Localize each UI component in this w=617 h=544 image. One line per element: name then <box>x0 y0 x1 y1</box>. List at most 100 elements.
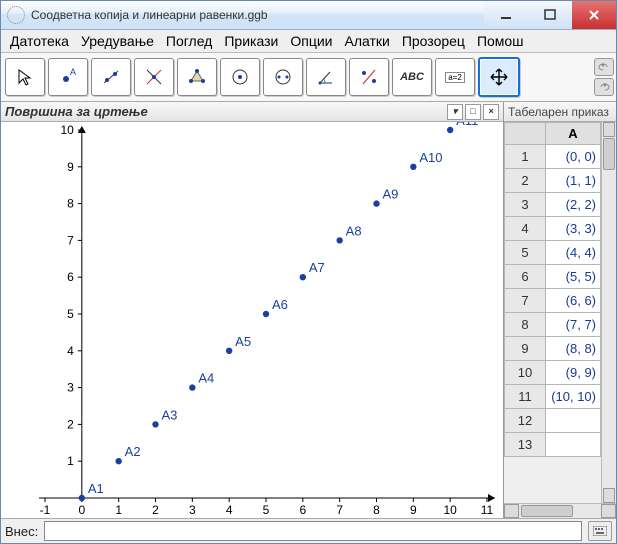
spreadsheet-table[interactable]: A 1(0, 0)2(1, 1)3(2, 2)4(3, 3)5(4, 4)6(5… <box>504 122 601 457</box>
tool-line[interactable] <box>91 58 131 96</box>
table-row[interactable]: 7(6, 6) <box>505 289 601 313</box>
table-row[interactable]: 11(10, 10) <box>505 385 601 409</box>
svg-text:9: 9 <box>410 503 417 517</box>
svg-text:4: 4 <box>67 344 74 358</box>
window-title: Соодветна копија и линеарни равенки.ggb <box>31 8 484 22</box>
pane-close-icon[interactable]: × <box>483 104 499 120</box>
tool-ellipse[interactable] <box>263 58 303 96</box>
redo-button[interactable] <box>594 78 614 96</box>
row-header[interactable]: 1 <box>505 145 546 169</box>
table-row[interactable]: 3(2, 2) <box>505 193 601 217</box>
menu-help[interactable]: Помош <box>472 32 529 50</box>
close-button[interactable] <box>572 1 616 29</box>
cell[interactable]: (10, 10) <box>546 385 601 409</box>
cell[interactable]: (6, 6) <box>546 289 601 313</box>
svg-text:8: 8 <box>373 503 380 517</box>
table-row[interactable]: 5(4, 4) <box>505 241 601 265</box>
svg-text:A3: A3 <box>162 407 178 422</box>
svg-text:8: 8 <box>67 197 74 211</box>
minimize-button[interactable] <box>484 1 528 29</box>
row-header[interactable]: 8 <box>505 313 546 337</box>
graphics-view[interactable]: -10123456789101112345678910A1A2A3A4A5A6A… <box>1 122 503 518</box>
content-area: Површина за цртење ▾ □ × -10123456789101… <box>1 102 616 518</box>
col-header-A[interactable]: A <box>546 123 601 145</box>
titlebar[interactable]: Соодветна копија и линеарни равенки.ggb <box>1 1 616 30</box>
chart-canvas: -10123456789101112345678910A1A2A3A4A5A6A… <box>1 122 499 518</box>
menu-file[interactable]: Датотека <box>5 32 74 50</box>
row-header[interactable]: 13 <box>505 433 546 457</box>
cell[interactable]: (0, 0) <box>546 145 601 169</box>
svg-text:3: 3 <box>189 503 196 517</box>
menu-window[interactable]: Прозорец <box>397 32 470 50</box>
svg-text:10: 10 <box>60 123 74 137</box>
table-row[interactable]: 2(1, 1) <box>505 169 601 193</box>
pane-window-icon[interactable]: □ <box>465 104 481 120</box>
table-row[interactable]: 1(0, 0) <box>505 145 601 169</box>
menu-tools[interactable]: Алатки <box>339 32 394 50</box>
toolbar-side <box>594 58 612 96</box>
scroll-up-arrow-icon[interactable] <box>603 122 615 137</box>
cell[interactable] <box>546 433 601 457</box>
app-icon <box>7 6 25 24</box>
row-header[interactable]: 3 <box>505 193 546 217</box>
maximize-button[interactable] <box>528 1 572 29</box>
graphics-title: Површина за цртење <box>5 104 148 119</box>
tool-slider[interactable]: a=2 <box>435 58 475 96</box>
tool-circle[interactable] <box>220 58 260 96</box>
row-header[interactable]: 2 <box>505 169 546 193</box>
graphics-header: Површина за цртење ▾ □ × <box>1 102 503 122</box>
vertical-scrollbar[interactable] <box>601 122 616 503</box>
tool-polygon[interactable] <box>177 58 217 96</box>
cell[interactable]: (3, 3) <box>546 217 601 241</box>
cell[interactable]: (1, 1) <box>546 169 601 193</box>
table-row[interactable]: 6(5, 5) <box>505 265 601 289</box>
cell[interactable]: (2, 2) <box>546 193 601 217</box>
tool-perpendicular[interactable] <box>134 58 174 96</box>
row-header[interactable]: 6 <box>505 265 546 289</box>
menu-edit[interactable]: Уредување <box>76 32 159 50</box>
corner-cell[interactable] <box>505 123 546 145</box>
table-row[interactable]: 13 <box>505 433 601 457</box>
cell[interactable]: (8, 8) <box>546 337 601 361</box>
row-header[interactable]: 10 <box>505 361 546 385</box>
hscroll-thumb[interactable] <box>521 505 573 517</box>
cell[interactable] <box>546 409 601 433</box>
svg-text:1: 1 <box>67 454 74 468</box>
command-input[interactable] <box>44 521 582 541</box>
undo-button[interactable] <box>594 58 614 76</box>
row-header[interactable]: 12 <box>505 409 546 433</box>
menu-perspectives[interactable]: Прикази <box>219 32 283 50</box>
row-header[interactable]: 11 <box>505 385 546 409</box>
row-header[interactable]: 9 <box>505 337 546 361</box>
cell[interactable]: (5, 5) <box>546 265 601 289</box>
table-row[interactable]: 12 <box>505 409 601 433</box>
row-header[interactable]: 7 <box>505 289 546 313</box>
tool-point[interactable]: A <box>48 58 88 96</box>
table-row[interactable]: 4(3, 3) <box>505 217 601 241</box>
horizontal-scrollbar[interactable] <box>504 503 616 518</box>
scroll-thumb[interactable] <box>603 138 615 170</box>
pane-toggle-icon[interactable]: ▾ <box>447 104 463 120</box>
svg-text:A2: A2 <box>125 444 141 459</box>
tool-move-view[interactable] <box>478 57 520 97</box>
row-header[interactable]: 5 <box>505 241 546 265</box>
table-row[interactable]: 10(9, 9) <box>505 361 601 385</box>
keyboard-icon[interactable] <box>588 521 612 541</box>
tool-text[interactable]: ABC <box>392 58 432 96</box>
cell[interactable]: (7, 7) <box>546 313 601 337</box>
tool-reflect[interactable] <box>349 58 389 96</box>
table-row[interactable]: 8(7, 7) <box>505 313 601 337</box>
scroll-down-arrow-icon[interactable] <box>603 488 615 503</box>
tool-angle[interactable] <box>306 58 346 96</box>
menu-options[interactable]: Опции <box>285 32 337 50</box>
cell[interactable]: (9, 9) <box>546 361 601 385</box>
table-row[interactable]: 9(8, 8) <box>505 337 601 361</box>
svg-text:A4: A4 <box>198 371 214 386</box>
svg-text:A8: A8 <box>346 223 362 238</box>
menu-view[interactable]: Поглед <box>161 32 217 50</box>
scroll-left-arrow-icon[interactable] <box>504 504 519 518</box>
cell[interactable]: (4, 4) <box>546 241 601 265</box>
scroll-right-arrow-icon[interactable] <box>601 504 616 518</box>
row-header[interactable]: 4 <box>505 217 546 241</box>
tool-move[interactable] <box>5 58 45 96</box>
